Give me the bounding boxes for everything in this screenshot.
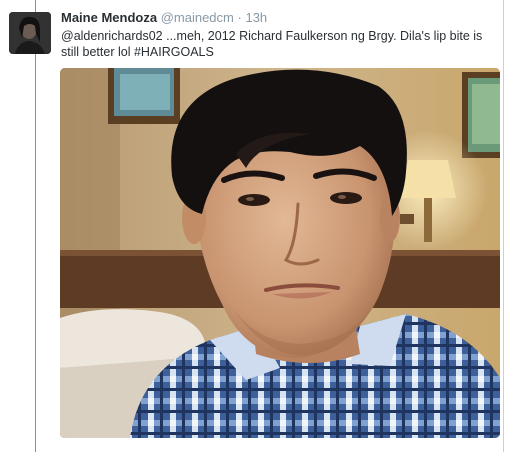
meta-separator: · [237, 10, 242, 25]
display-name[interactable]: Maine Mendoza [61, 10, 157, 25]
photo-selfie-man-hotel-room-icon [60, 68, 500, 438]
tweet-text: @aldenrichards02 ...meh, 2012 Richard Fa… [61, 29, 483, 59]
tweet-photo[interactable] [60, 68, 500, 438]
tweet-content: Maine Mendoza @mainedcm · 13h @aldenrich… [61, 9, 501, 60]
thread-divider-right [503, 0, 504, 452]
user-handle[interactable]: @mainedcm [161, 10, 234, 25]
tweet-timestamp[interactable]: 13h [245, 10, 267, 25]
tweet-header: Maine Mendoza @mainedcm · 13h [61, 9, 501, 27]
thread-divider-left [35, 0, 36, 452]
avatar[interactable] [9, 12, 51, 54]
profile-avatar-icon [9, 12, 51, 54]
tweet-screenshot: Maine Mendoza @mainedcm · 13h @aldenrich… [0, 0, 506, 452]
